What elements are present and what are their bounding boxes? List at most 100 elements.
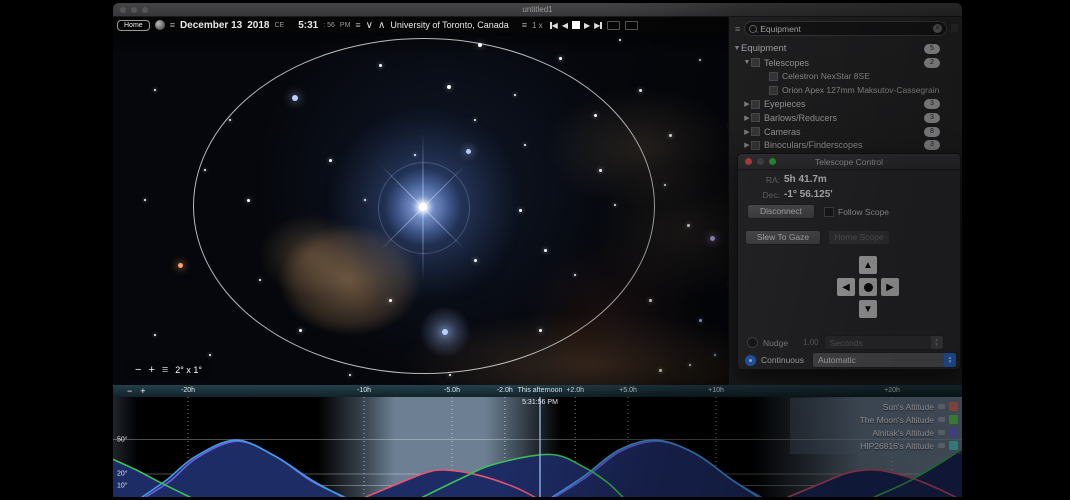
disclosure-icon[interactable]: ▼	[733, 45, 741, 52]
home-scope-button[interactable]: Home Scope	[828, 230, 890, 245]
clear-search-icon[interactable]: ×	[933, 24, 942, 33]
legend-label: Alnitak's Altitude	[872, 428, 934, 438]
time-tick-label: -5.0h	[444, 387, 460, 394]
slew-up-button[interactable]: ▲	[859, 256, 877, 274]
equipment-checkbox-icon[interactable]	[751, 58, 760, 67]
equipment-checkbox-icon[interactable]	[769, 72, 778, 81]
slew-right-button[interactable]: ▶	[881, 278, 899, 296]
graph-time-axis: − + -20h-10h-5.0h-2.0hThis afternoon+2.0…	[113, 385, 962, 397]
slew-left-button[interactable]: ◀	[837, 278, 855, 296]
checkbox-icon[interactable]	[824, 207, 834, 217]
count-badge: 2	[924, 58, 940, 68]
time-tick-label: This afternoon	[518, 387, 563, 394]
equipment-checkbox-icon[interactable]	[751, 100, 760, 109]
legend-row[interactable]: Sun's Altitude	[790, 400, 958, 413]
year-value[interactable]: 2018	[247, 20, 269, 31]
location-label[interactable]: University of Toronto, Canada	[390, 20, 508, 30]
legend-checkbox-icon[interactable]	[938, 443, 945, 448]
view-frame-icon[interactable]	[607, 21, 620, 30]
era-label: CE	[274, 22, 284, 29]
time-value[interactable]: 5:31	[298, 20, 318, 31]
tree-label: Orion Apex 127mm Maksutov-Cassegrain	[782, 85, 962, 95]
home-button[interactable]: Home	[117, 20, 150, 31]
time-tick-label: +20h	[884, 387, 900, 394]
legend-checkbox-icon[interactable]	[938, 417, 945, 422]
disclosure-icon[interactable]: ▶	[743, 100, 751, 108]
legend-swatch[interactable]	[949, 441, 958, 450]
play-icon[interactable]: ▶	[584, 21, 590, 30]
disclosure-icon[interactable]: ▶	[743, 141, 751, 149]
zoom-in-button[interactable]: +	[148, 364, 154, 376]
tc-title: Telescope Control	[738, 157, 960, 167]
disclosure-icon[interactable]: ▶	[743, 128, 751, 136]
graph-zoom-in-button[interactable]: +	[140, 386, 145, 396]
tree-row-telescopes[interactable]: ▼ Telescopes2	[729, 56, 962, 70]
date-menu-icon[interactable]: ≡	[170, 20, 175, 30]
equipment-tree: ▼Equipment5▼Telescopes2Celestron NexStar…	[729, 39, 962, 152]
search-input[interactable]: Equipment ×	[744, 21, 947, 36]
time-menu-icon[interactable]: ≡	[355, 20, 360, 30]
disclosure-icon[interactable]: ▶	[743, 114, 751, 122]
nudge-radio[interactable]	[747, 337, 758, 348]
time-up-icon[interactable]: ∧	[378, 20, 385, 31]
step-back-icon[interactable]: ◀	[562, 21, 568, 30]
telescope-control-titlebar[interactable]: Telescope Control	[738, 154, 960, 170]
legend-swatch[interactable]	[949, 402, 958, 411]
legend-checkbox-icon[interactable]	[938, 404, 945, 409]
star-dot	[144, 199, 146, 201]
legend-checkbox-icon[interactable]	[938, 430, 945, 435]
disclosure-icon[interactable]: ▼	[743, 59, 751, 66]
nudge-unit-dropdown[interactable]: Seconds ▲▼	[824, 335, 944, 350]
skip-start-icon[interactable]: ◀	[550, 21, 558, 30]
tree-row-celestron-nexstar-8se[interactable]: Celestron NexStar 8SE	[729, 70, 962, 84]
stop-icon[interactable]	[572, 21, 580, 29]
star-dot	[699, 319, 702, 322]
time-down-icon[interactable]: ∨	[366, 20, 373, 31]
legend-swatch[interactable]	[949, 428, 958, 437]
continuous-radio[interactable]	[745, 355, 756, 366]
tree-row-binoculars-finderscopes[interactable]: ▶Binoculars/Finderscopes3	[729, 139, 962, 153]
nudge-row: Nudge 1.00 Seconds ▲▼	[747, 335, 944, 350]
slew-to-gaze-button[interactable]: Slew To Gaze	[745, 230, 821, 245]
legend-row[interactable]: The Moon's Altitude	[790, 413, 958, 426]
count-badge: 3	[924, 113, 940, 123]
sky-view[interactable]: − + ≡ 2° x 1°	[113, 33, 728, 385]
nudge-value[interactable]: 1.00	[803, 338, 819, 347]
zoom-out-button[interactable]: −	[135, 364, 141, 376]
rate-value[interactable]: 1 x	[532, 21, 543, 30]
fov-menu-icon[interactable]: ≡	[162, 364, 168, 376]
alnitak-star[interactable]	[416, 200, 430, 214]
tree-row-cameras[interactable]: ▶Cameras8	[729, 125, 962, 139]
graph-plot-area[interactable]: 50°20°10° 5:31:56 PM Sun's AltitudeThe M…	[113, 397, 962, 497]
legend-row[interactable]: HIP26816's Altitude	[790, 439, 958, 452]
view-frame2-icon[interactable]	[625, 21, 638, 30]
tree-row-eyepieces[interactable]: ▶Eyepieces3	[729, 97, 962, 111]
search-value[interactable]: Equipment	[760, 24, 930, 34]
globe-icon[interactable]	[155, 20, 165, 30]
legend-row[interactable]: Alnitak's Altitude	[790, 426, 958, 439]
panel-menu-icon[interactable]: ≡	[735, 24, 740, 34]
star-dot	[349, 374, 351, 376]
star-dot	[449, 374, 451, 376]
disconnect-button[interactable]: Disconnect	[747, 204, 815, 219]
slew-down-button[interactable]: ▼	[859, 300, 877, 318]
skip-end-icon[interactable]: ▶	[594, 21, 602, 30]
continuous-mode-dropdown[interactable]: Automatic ▲▼	[812, 352, 957, 368]
equipment-checkbox-icon[interactable]	[751, 113, 760, 122]
legend-swatch[interactable]	[949, 415, 958, 424]
time-tick-label: +2.0h	[566, 387, 584, 394]
star-dot	[649, 299, 652, 302]
date-value[interactable]: December 13	[180, 20, 242, 31]
equipment-checkbox-icon[interactable]	[751, 141, 760, 150]
tree-row-orion-apex-127mm-maksutov-cassegrain[interactable]: Orion Apex 127mm Maksutov-Cassegrain	[729, 83, 962, 97]
equipment-checkbox-icon[interactable]	[751, 127, 760, 136]
bookmark-icon[interactable]	[951, 24, 958, 34]
graph-zoom-out-button[interactable]: −	[127, 386, 132, 396]
rate-menu-icon[interactable]: ≡	[522, 20, 527, 30]
tree-row-barlows-reducers[interactable]: ▶Barlows/Reducers3	[729, 111, 962, 125]
tree-label: Telescopes	[764, 58, 924, 68]
tree-row-equipment[interactable]: ▼Equipment5	[729, 42, 962, 56]
follow-scope-checkbox[interactable]: Follow Scope	[824, 207, 889, 217]
slew-stop-button[interactable]	[859, 278, 877, 296]
equipment-checkbox-icon[interactable]	[769, 86, 778, 95]
